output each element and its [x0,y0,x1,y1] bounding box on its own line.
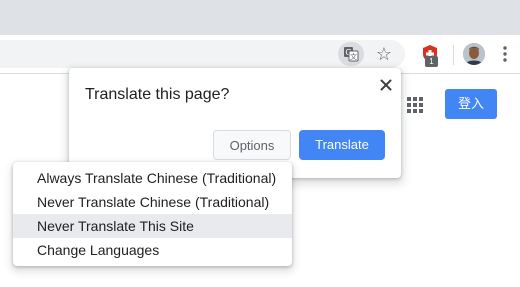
translate-button[interactable]: Translate [299,130,385,160]
apps-grid-icon[interactable] [404,94,426,116]
menu-item-never-translate-site[interactable]: Never Translate This Site [13,214,292,238]
kebab-menu-icon[interactable] [497,42,513,66]
signin-button[interactable]: 登入 [445,89,497,119]
svg-text:文: 文 [350,52,357,61]
translate-options-menu: Always Translate Chinese (Traditional) N… [13,162,292,266]
tab-strip [0,0,520,35]
menu-item-always-translate[interactable]: Always Translate Chinese (Traditional) [13,166,292,190]
close-icon[interactable] [377,76,395,94]
toolbar-separator [453,45,454,65]
bookmark-star-icon[interactable]: ☆ [372,42,396,66]
translate-icon[interactable]: G 文 [338,42,364,66]
options-button[interactable]: Options [213,130,291,160]
extension-badge: 1 [425,56,438,67]
menu-item-change-languages[interactable]: Change Languages [13,238,292,262]
profile-avatar[interactable] [463,43,485,65]
menu-item-never-translate-language[interactable]: Never Translate Chinese (Traditional) [13,190,292,214]
bubble-title: Translate this page? [85,86,230,103]
